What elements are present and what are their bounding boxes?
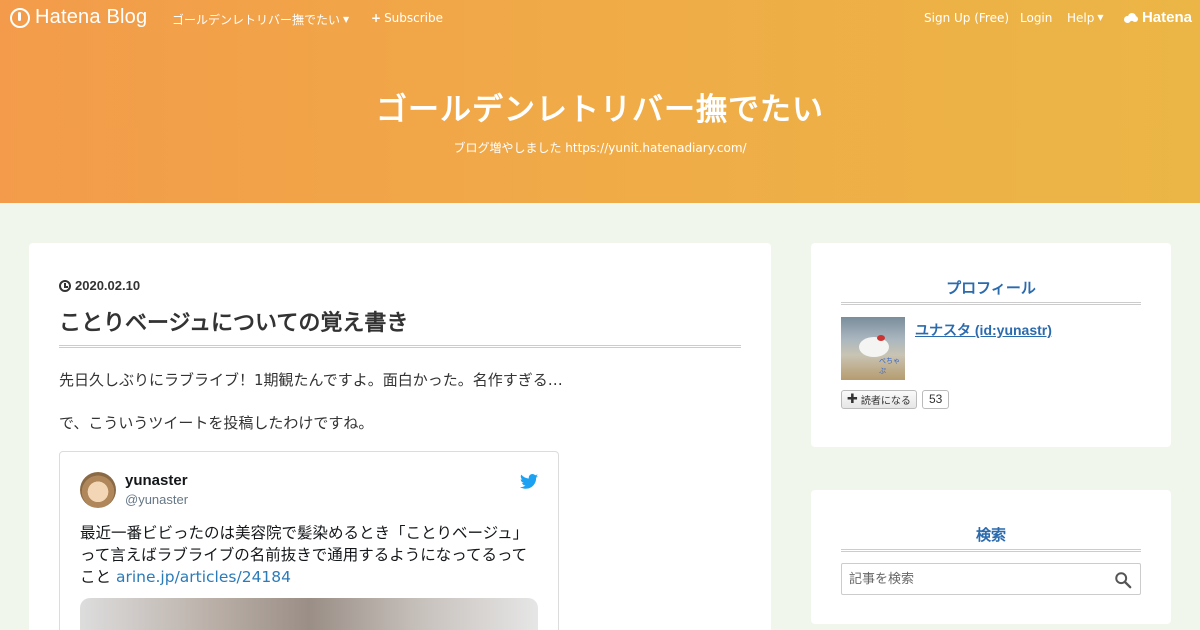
tweet-author-name[interactable]: yunaster: [125, 472, 188, 489]
profile-image-caption: ぺちゃぷ: [879, 357, 900, 375]
hatena-cloud-icon: [1123, 12, 1138, 23]
signup-link[interactable]: Sign Up (Free): [924, 11, 1009, 25]
blog-menu-dropdown[interactable]: ゴールデンレトリバー撫でたい ▼: [172, 11, 349, 28]
module-divider: [841, 549, 1141, 552]
entry-title[interactable]: ことりベージュについての覚え書き: [59, 305, 408, 337]
entry-paragraph: 先日久しぶりにラブライブ！1期観たんですよ。面白かった。名作すぎる…: [59, 371, 563, 389]
profile-module: プロフィール ぺちゃぷ ユナスタ (id:yunastr) ✚ 読者になる 53: [811, 243, 1171, 447]
article-card: 2020.02.10 ことりベージュについての覚え書き 先日久しぶりにラブライブ…: [29, 243, 771, 630]
tweet-text: 最近一番ビビったのは美容院で髪染めるとき「ことりベージュ」って言えばラブライブの…: [80, 522, 540, 588]
search-module-title: 検索: [975, 526, 1006, 544]
subscribe-label: Subscribe: [384, 11, 444, 25]
module-divider: [841, 302, 1141, 305]
subscribe-button[interactable]: + Subscribe: [371, 11, 443, 25]
entry-date-text: 2020.02.10: [75, 278, 141, 293]
caret-down-icon: ▼: [343, 15, 350, 24]
hatena-blog-logo[interactable]: Hatena Blog: [10, 6, 147, 29]
search-module: 検索: [811, 490, 1171, 624]
clock-icon: [59, 279, 71, 292]
avatar[interactable]: [80, 472, 116, 508]
twitter-bird-icon[interactable]: [520, 474, 538, 489]
profile-user-link[interactable]: ユナスタ (id:yunastr): [915, 320, 1052, 340]
blog-description: ブログ増やしました https://yunit.hatenadiary.com/: [453, 141, 747, 155]
search-input[interactable]: [843, 565, 1103, 593]
plus-icon: ✚: [847, 392, 858, 407]
tweet-media-image[interactable]: [80, 598, 538, 630]
plus-icon: +: [371, 11, 382, 25]
hatena-blog-logo-icon: [10, 7, 30, 28]
blog-menu-label: ゴールデンレトリバー撫でたい: [172, 13, 341, 27]
blog-title[interactable]: ゴールデンレトリバー撫でたい: [0, 84, 1200, 129]
tweet-link[interactable]: arine.jp/articles/24184: [116, 568, 291, 586]
embedded-tweet[interactable]: yunaster @yunaster 最近一番ビビったのは美容院で髪染めるとき「…: [59, 451, 559, 630]
help-label: Help: [1067, 11, 1095, 25]
title-divider: [59, 345, 741, 348]
subscribe-reader-label: 読者になる: [860, 396, 911, 407]
hatena-brand-text: Hatena: [1141, 9, 1192, 26]
logo-text: Hatena Blog: [35, 6, 148, 28]
tweet-author-handle[interactable]: @yunaster: [125, 492, 188, 507]
subscribe-reader-button[interactable]: ✚ 読者になる: [841, 390, 917, 409]
hatena-brand-link[interactable]: Hatena: [1123, 9, 1192, 26]
entry-date[interactable]: 2020.02.10: [59, 278, 140, 293]
caret-down-icon: ▼: [1097, 13, 1104, 22]
search-form: [841, 563, 1141, 595]
help-dropdown[interactable]: Help ▼: [1067, 11, 1104, 25]
profile-module-title: プロフィール: [946, 279, 1036, 297]
search-icon[interactable]: [1114, 571, 1132, 589]
profile-image[interactable]: ぺちゃぷ: [841, 317, 905, 380]
reader-count[interactable]: 53: [922, 390, 950, 409]
entry-paragraph: で、こういうツイートを投稿したわけですね。: [59, 414, 374, 432]
global-header-bar: Hatena Blog ゴールデンレトリバー撫でたい ▼ + Subscribe S…: [0, 0, 1200, 36]
login-link[interactable]: Login: [1020, 11, 1052, 25]
blog-header: Hatena Blog ゴールデンレトリバー撫でたい ▼ + Subscribe S…: [0, 0, 1200, 203]
